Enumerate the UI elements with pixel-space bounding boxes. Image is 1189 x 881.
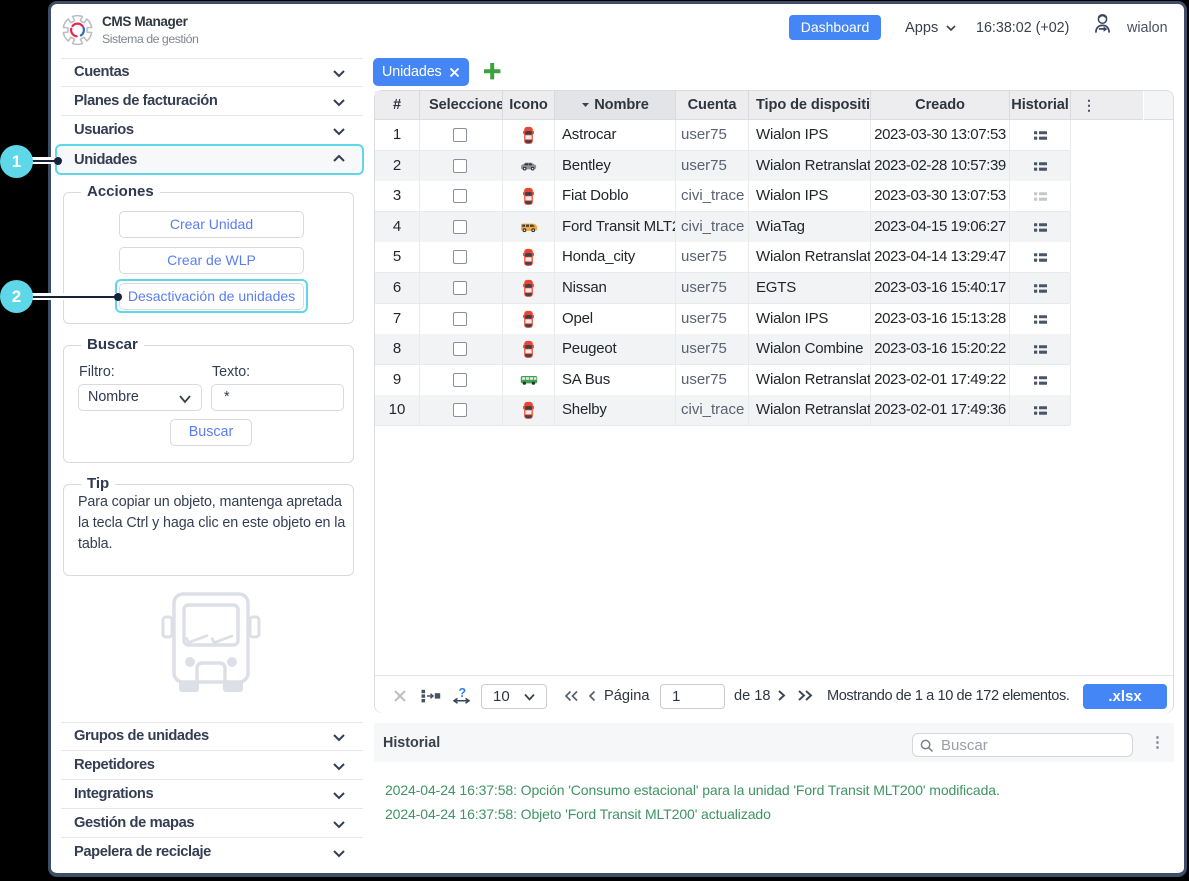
svg-text:?: ?: [459, 686, 467, 700]
